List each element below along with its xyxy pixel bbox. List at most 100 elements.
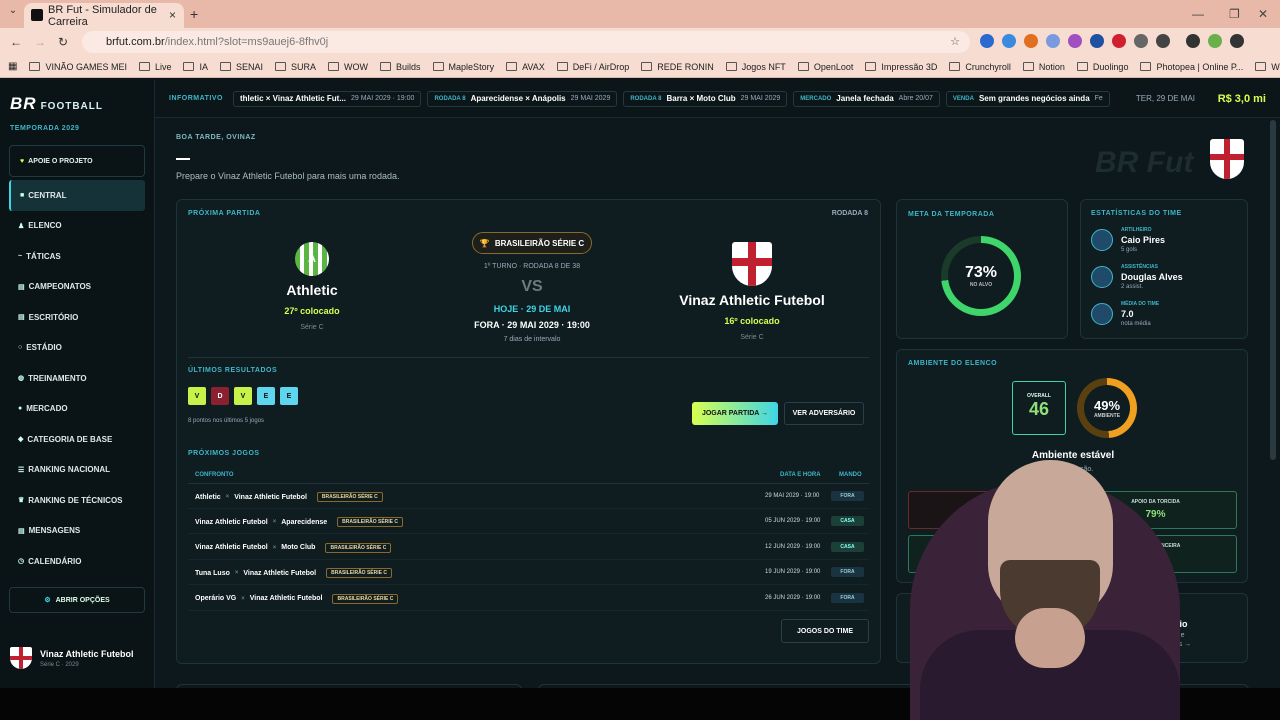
bookmark-item[interactable]: IA [183,62,208,72]
col-date: DATA E HORA [780,472,821,478]
current-date: TER, 29 DE MAI [1135,94,1195,103]
play-match-button[interactable]: JOGAR PARTIDA → [692,402,778,425]
sidebar-item-est-dio[interactable]: ○ ESTÁDIO [9,333,145,364]
bookmark-label: IA [199,61,208,72]
bookmark-item[interactable]: Live [138,62,171,72]
sidebar-item-categoria-de-base[interactable]: ◆ CATEGORIA DE BASE [9,424,145,455]
bookmark-star-icon[interactable]: ☆ [950,31,960,53]
view-opponent-button[interactable]: VER ADVERSÁRIO [784,402,864,425]
profile-avatar[interactable] [1208,34,1222,48]
webcam-overlay [820,440,1220,720]
bookmark-item[interactable]: Notion [1022,62,1065,72]
download-icon[interactable] [1186,34,1200,48]
competition-tag: BRASILEIRÃO SÉRIE C [326,568,392,579]
sidebar-item-central[interactable]: ■ CENTRAL [9,180,145,211]
close-tab-icon[interactable]: × [169,8,176,22]
divider [188,357,869,358]
sidebar-item-label: CATEGORIA DE BASE [27,434,113,444]
ticker-value: Barra × Moto Club [666,94,736,103]
versus-icon: × [272,519,277,526]
extensions-puzzle-icon[interactable] [1156,34,1170,48]
browser-menu-icon[interactable] [1230,34,1244,48]
points-summary: 8 pontos nos últimos 5 jogos [188,418,265,424]
folder-icon [865,62,877,71]
extension-icon[interactable] [1002,34,1016,48]
away-team[interactable]: Vinaz Athletic Futebol 16º colocado Séri… [652,242,852,341]
address-bar[interactable]: brfut.com.br/index.html?slot=ms9auej6-8f… [82,31,970,53]
minimize-icon[interactable]: — [1192,7,1204,21]
bookmark-item[interactable]: Duolingo [1076,62,1128,72]
close-window-icon[interactable]: ✕ [1258,7,1268,21]
extension-icon[interactable] [1134,34,1148,48]
menu-icon: ▤ [18,527,25,535]
club-card[interactable]: Vinaz Athletic Futebol Série C · 2029 [10,647,134,669]
app-logo[interactable]: BR FOOTBALL [10,94,103,114]
maximize-icon[interactable]: ❐ [1229,7,1240,21]
sidebar-item-mensagens[interactable]: ▤ MENSAGENS [9,516,145,547]
browser-tab[interactable]: BR Fut - Simulador de Carreira × [24,3,184,28]
competition-tag: BRASILEIRÃO SÉRIE C [316,492,383,502]
ticker-item[interactable]: VENDA Sem grandes negócios ainda Fe [945,90,1110,107]
reload-icon[interactable]: ↻ [58,35,68,49]
home-team[interactable]: A Athletic 27º colocado Série C [212,242,412,331]
sidebar-item-elenco[interactable]: ♟ ELENCO [9,211,145,242]
bookmark-item[interactable]: SURA [275,62,316,72]
sidebar-item-escrit-rio[interactable]: ▤ ESCRITÓRIO [9,302,145,333]
bookmark-item[interactable]: Crunchyroll [949,62,1011,72]
ticker-item[interactable]: RODADA 8 Barra × Moto Club 29 MAI 2029 [623,90,788,107]
bookmark-item[interactable]: REDE RONIN [641,62,714,72]
bookmark-item[interactable]: OpenLoot [797,62,853,72]
ticker-item[interactable]: RODADA 8 Aparecidense × Anápolis 29 MAI 20… [427,90,618,107]
team-b: Vinaz Athletic Futebol [249,595,323,603]
team-b: Moto Club [281,544,316,552]
bookmark-item[interactable]: WebTV Player [1255,62,1280,72]
bookmark-item[interactable]: Impressão 3D [865,62,937,72]
new-tab-icon[interactable]: + [190,6,198,22]
tab-search-icon[interactable]: ⌄ [5,5,21,21]
sidebar-item-calend-rio[interactable]: ◷ CALENDÁRIO [9,546,145,577]
apps-grid-icon[interactable]: ▦ [8,61,17,72]
table-row[interactable]: Tuna Luso × Vinaz Athletic Futebol BRASILEI… [188,560,869,586]
bookmark-label: SENAI [236,61,264,72]
forward-icon[interactable]: → [34,35,46,49]
bookmark-item[interactable]: MapleStory [432,62,494,72]
table-row[interactable]: Athletic × Vinaz Athletic Futebol BRASILEIR… [188,484,869,509]
bookmark-item[interactable]: AVAX [506,62,545,72]
sidebar-item-campeonatos[interactable]: ▤ CAMPEONATOS [9,272,145,303]
greeting: BOA TARDE, OVINAZ [176,134,256,141]
extension-icon[interactable] [1112,34,1126,48]
table-row[interactable]: Vinaz Athletic Futebol × Aparecidense BRASI… [188,509,869,535]
extension-icon[interactable] [1090,34,1104,48]
support-project-button[interactable]: ♥ APOIE O PROJETO [9,145,145,177]
back-icon[interactable]: ← [10,35,22,49]
open-options-button[interactable]: ⚙ ABRIR OPÇÕES [9,587,145,613]
extension-icon[interactable] [980,34,994,48]
sidebar-item-t-ticas[interactable]: ~ TÁTICAS [9,241,145,272]
bookmark-item[interactable]: Photopea | Online P... [1140,62,1243,72]
sidebar-item-ranking-de-t-cnicos[interactable]: ♛ RANKING DE TÉCNICOS [9,485,145,516]
sidebar-item-treinamento[interactable]: ◍ TREINAMENTO [9,363,145,394]
ticker-item[interactable]: MERCADO Janela fechada Abre 20/07 [793,90,940,107]
bookmark-item[interactable]: Jogos NFT [725,62,786,72]
sidebar-menu: ■ CENTRAL ♟ ELENCO ~ TÁTICAS ▤ CAMPEONATOS ▤ ESCR… [9,180,145,577]
sidebar-item-ranking-nacional[interactable]: ☰ RANKING NACIONAL [9,455,145,486]
sidebar-item-label: TREINAMENTO [28,373,87,383]
team-a: Operário VG [195,595,237,603]
extension-icon[interactable] [1068,34,1082,48]
bookmark-item[interactable]: WOW [328,62,368,72]
bookmark-item[interactable]: VINÃO GAMES MEI [29,62,127,72]
table-row[interactable]: Operário VG × Vinaz Athletic Futebol BRASIL… [188,586,869,611]
ticker-item[interactable]: thletic × Vinaz Athletic Fut... 29 MAI 20… [232,90,422,107]
bookmark-item[interactable]: SENAI [220,62,263,72]
card-title: META DA TEMPORADA [908,211,995,218]
menu-icon: ~ [18,252,23,260]
extension-icon[interactable] [1024,34,1038,48]
sidebar-item-mercado[interactable]: ● MERCADO [9,394,145,425]
page-subtitle: Prepare o Vinaz Athletic Futebol para ma… [176,171,400,181]
scrollbar[interactable] [1270,120,1276,460]
bookmark-label: Crunchyroll [965,61,1011,72]
extension-icon[interactable] [1046,34,1060,48]
bookmark-item[interactable]: DeFi / AirDrop [556,62,629,72]
table-row[interactable]: Vinaz Athletic Futebol × Moto Club BRASILEI… [188,535,869,560]
bookmark-item[interactable]: Builds [380,62,421,72]
